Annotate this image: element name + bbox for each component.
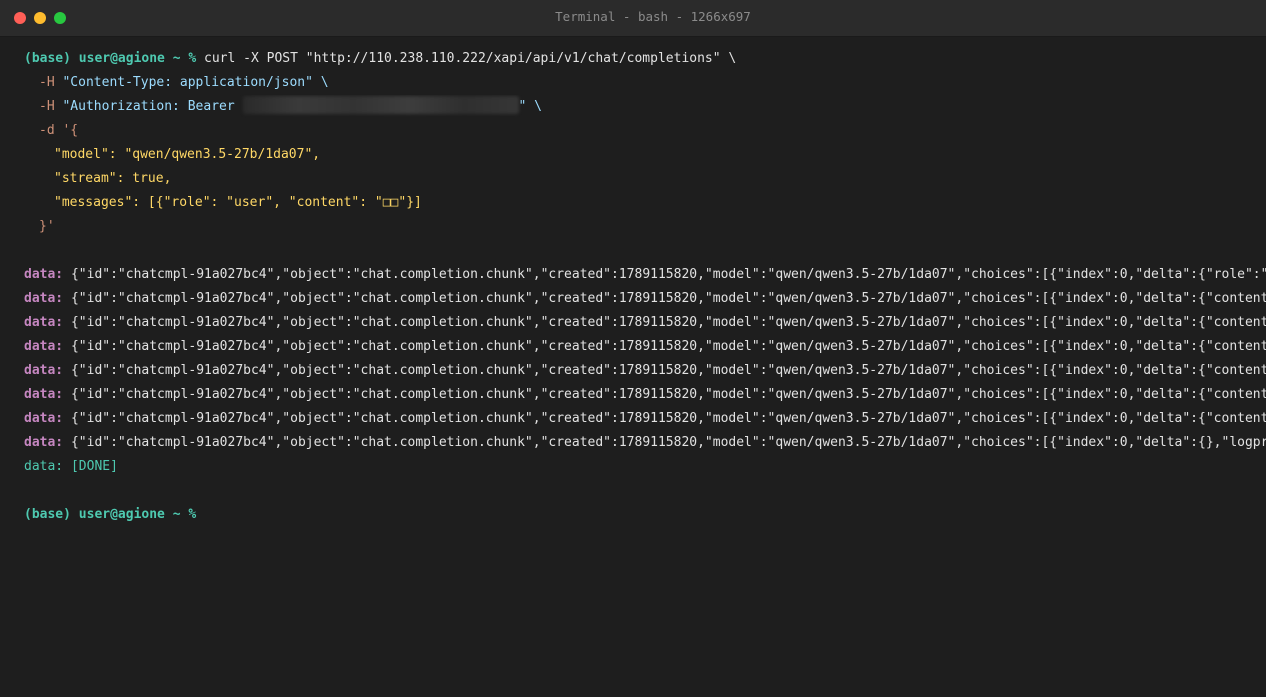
data-json: {"id":"chatcmpl-91a027bc4","object":"cha… — [63, 267, 1266, 282]
header-flag: -H — [39, 99, 55, 114]
terminal-output[interactable]: (base) user@agione ~ % curl -X POST "htt… — [24, 47, 1266, 697]
body-stream-line: "stream": true, — [24, 167, 1266, 191]
shell-prompt: (base) user@agione ~ % — [24, 507, 197, 522]
content-type-header: "Content-Type: application/json" \ — [54, 75, 329, 90]
data-json: {"id":"chatcmpl-91a027bc4","object":"cha… — [63, 411, 1266, 426]
body-model-line: "model": "qwen/qwen3.5-27b/1da07", — [24, 143, 1266, 167]
data-json: {"id":"chatcmpl-91a027bc4","object":"cha… — [63, 291, 1266, 306]
body-close: }' — [39, 219, 55, 234]
command-line-1: (base) user@agione ~ % curl -X POST "htt… — [24, 47, 1266, 71]
data-label: data: — [24, 363, 64, 378]
terminal-window: Terminal - bash - 1266x697 (base) user@a… — [0, 0, 1266, 697]
header-flag: -H — [39, 75, 55, 90]
stream-done-line: data: [DONE] — [24, 455, 1266, 479]
command-line-2: -H "Content-Type: application/json" \ — [24, 71, 1266, 95]
stream-data-line: data: {"id":"chatcmpl-91a027bc4","object… — [24, 431, 1266, 455]
body-messages: "messages": [{"role": "user", "content":… — [54, 195, 422, 210]
data-json: {"id":"chatcmpl-91a027bc4","object":"cha… — [63, 339, 1266, 354]
data-flag: -d — [39, 123, 55, 138]
stream-data-line: data: {"id":"chatcmpl-91a027bc4","object… — [24, 335, 1266, 359]
data-json: {"id":"chatcmpl-91a027bc4","object":"cha… — [63, 435, 1266, 450]
stream-data-line: data: {"id":"chatcmpl-91a027bc4","object… — [24, 383, 1266, 407]
data-label: data: — [24, 411, 64, 426]
command-line-4: -d '{ — [24, 119, 1266, 143]
data-label: data: — [24, 315, 64, 330]
data-json: {"id":"chatcmpl-91a027bc4","object":"cha… — [63, 363, 1266, 378]
data-label: data: — [24, 291, 64, 306]
authorization-header-end: " \ — [518, 99, 542, 114]
command-line-3: -H "Authorization: Bearer " \ — [24, 95, 1266, 119]
data-label: data: — [24, 387, 64, 402]
body-close-line: }' — [24, 215, 1266, 239]
body-messages-line: "messages": [{"role": "user", "content":… — [24, 191, 1266, 215]
stream-data-line: data: {"id":"chatcmpl-91a027bc4","object… — [24, 359, 1266, 383]
stream-data-line: data: {"id":"chatcmpl-91a027bc4","object… — [24, 407, 1266, 431]
final-prompt-line[interactable]: (base) user@agione ~ % — [24, 503, 1266, 527]
data-json: {"id":"chatcmpl-91a027bc4","object":"cha… — [63, 315, 1266, 330]
stream-data-line: data: {"id":"chatcmpl-91a027bc4","object… — [24, 311, 1266, 335]
body-model: "model": "qwen/qwen3.5-27b/1da07", — [54, 147, 321, 162]
title-bar: Terminal - bash - 1266x697 — [0, 0, 1266, 37]
redacted-token — [242, 96, 519, 114]
stream-data-line: data: {"id":"chatcmpl-91a027bc4","object… — [24, 287, 1266, 311]
data-label: data: — [24, 339, 64, 354]
body-open: '{ — [54, 123, 79, 138]
done-marker: data: [DONE] — [24, 459, 118, 474]
data-json: {"id":"chatcmpl-91a027bc4","object":"cha… — [63, 387, 1266, 402]
data-label: data: — [24, 267, 64, 282]
authorization-header: "Authorization: Bearer — [54, 99, 243, 114]
body-stream: "stream": true, — [54, 171, 172, 186]
stream-data-line: data: {"id":"chatcmpl-91a027bc4","object… — [24, 263, 1266, 287]
data-label: data: — [24, 435, 64, 450]
curl-command: curl -X POST "http://110.238.110.222/xap… — [196, 51, 737, 66]
shell-prompt: (base) user@agione ~ % — [24, 51, 197, 66]
window-title: Terminal - bash - 1266x697 — [555, 9, 751, 24]
